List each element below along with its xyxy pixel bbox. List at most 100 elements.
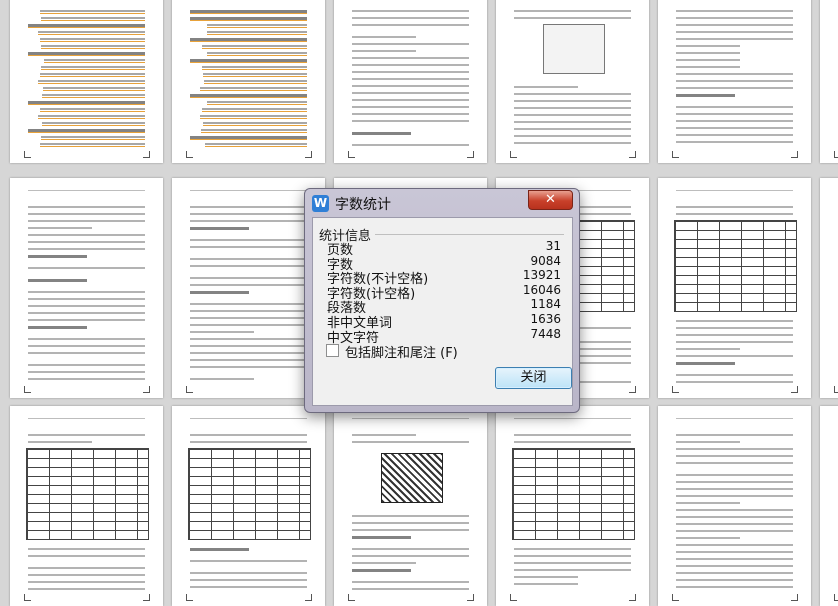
text-line xyxy=(190,338,307,340)
text-line xyxy=(28,52,145,55)
close-button[interactable]: 关闭 xyxy=(495,367,572,389)
text-line xyxy=(676,558,793,560)
text-line xyxy=(514,142,631,144)
text-line xyxy=(514,583,579,585)
text-line xyxy=(190,206,307,208)
toc-highlight xyxy=(201,132,307,133)
text-line xyxy=(676,94,735,97)
close-icon[interactable]: ✕ xyxy=(528,190,573,210)
page-thumbnail[interactable] xyxy=(820,406,838,606)
page-thumbnail[interactable] xyxy=(496,0,649,163)
toc-highlight xyxy=(40,146,145,147)
text-line xyxy=(352,24,469,26)
page-corner-mark xyxy=(143,594,150,601)
page-header-rule xyxy=(514,418,631,419)
toc-highlight xyxy=(28,104,145,105)
text-line xyxy=(190,366,307,368)
text-line xyxy=(28,326,87,329)
text-line xyxy=(676,509,793,511)
page-thumbnail[interactable] xyxy=(820,0,838,163)
page-thumbnail[interactable] xyxy=(334,406,487,606)
text-line xyxy=(676,488,793,490)
table-thumbnail xyxy=(674,220,797,312)
toc-highlight xyxy=(41,69,145,70)
page-thumbnail[interactable] xyxy=(496,406,649,606)
page-thumbnail[interactable] xyxy=(10,178,163,398)
page-corner-mark xyxy=(186,386,193,393)
stat-value: 16046 xyxy=(522,282,561,297)
page-thumbnail[interactable] xyxy=(820,178,838,398)
page-thumbnail[interactable] xyxy=(172,178,325,398)
text-line xyxy=(190,291,249,294)
text-line xyxy=(28,255,87,258)
text-line xyxy=(190,548,249,551)
text-line xyxy=(28,234,145,236)
page-thumbnail[interactable] xyxy=(658,178,811,398)
text-line xyxy=(676,530,793,532)
toc-highlight xyxy=(38,83,145,84)
text-line xyxy=(42,122,145,124)
toc-highlight xyxy=(28,27,145,28)
page-thumbnail[interactable] xyxy=(658,0,811,163)
text-line xyxy=(676,17,793,19)
toc-highlight xyxy=(202,48,307,49)
page-thumbnail[interactable] xyxy=(658,406,811,606)
text-line xyxy=(190,434,307,436)
toc-highlight xyxy=(190,139,307,140)
text-line xyxy=(28,248,145,250)
page-header-rule xyxy=(676,190,793,191)
text-line xyxy=(514,121,631,123)
text-line xyxy=(514,434,631,436)
page-corner-mark xyxy=(305,151,312,158)
text-line xyxy=(202,66,307,68)
text-line xyxy=(40,143,145,145)
page-thumbnail[interactable] xyxy=(172,406,325,606)
text-line xyxy=(44,59,145,61)
text-line xyxy=(676,495,793,497)
page-corner-mark xyxy=(510,151,517,158)
text-line xyxy=(200,115,307,117)
text-line xyxy=(676,127,793,129)
toc-highlight xyxy=(207,104,307,105)
page-corner-mark xyxy=(791,386,798,393)
text-line xyxy=(38,80,145,82)
page-corner-mark xyxy=(467,594,474,601)
text-line xyxy=(41,17,145,19)
toc-highlight xyxy=(41,48,145,49)
dialog-titlebar[interactable]: W 字数统计 ✕ xyxy=(305,189,579,217)
text-line xyxy=(190,586,307,588)
text-line xyxy=(676,341,793,343)
page-thumbnail[interactable] xyxy=(10,0,163,163)
page-thumbnail[interactable] xyxy=(334,0,487,163)
text-line xyxy=(40,38,145,40)
stat-row-words: 字数 9084 xyxy=(327,254,561,273)
text-line xyxy=(676,586,793,588)
page-corner-mark xyxy=(348,151,355,158)
page-corner-mark xyxy=(510,594,517,601)
text-line xyxy=(207,31,307,33)
text-line xyxy=(190,10,307,13)
stat-value: 13921 xyxy=(522,268,561,283)
text-line xyxy=(352,85,469,87)
text-line xyxy=(28,574,145,576)
checkbox-icon[interactable] xyxy=(326,344,339,357)
text-line xyxy=(352,562,417,564)
page-corner-mark xyxy=(24,151,31,158)
text-line xyxy=(676,59,741,61)
text-line xyxy=(202,108,307,110)
toc-highlight xyxy=(203,125,307,126)
text-line xyxy=(190,572,307,574)
page-thumbnail[interactable] xyxy=(172,0,325,163)
text-line xyxy=(190,136,307,139)
text-line xyxy=(676,362,735,365)
text-line xyxy=(190,17,307,20)
text-line xyxy=(190,213,307,215)
text-line xyxy=(352,441,469,443)
text-line xyxy=(676,320,793,322)
text-line xyxy=(676,106,793,108)
text-line xyxy=(190,59,307,62)
dialog-title: 字数统计 xyxy=(335,197,391,213)
text-line xyxy=(514,10,631,12)
page-thumbnail[interactable] xyxy=(10,406,163,606)
text-line xyxy=(352,588,469,590)
